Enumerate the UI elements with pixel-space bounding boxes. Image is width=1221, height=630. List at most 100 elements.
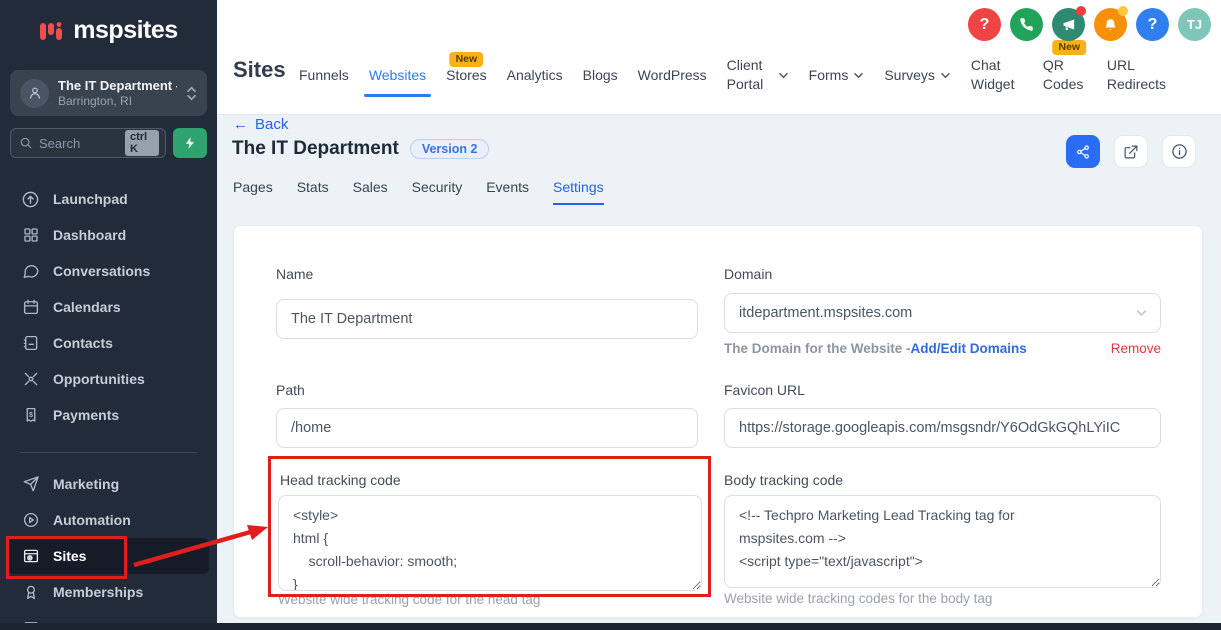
sidebar-item-memberships[interactable]: Memberships xyxy=(8,574,209,610)
mspsites-logo-icon xyxy=(39,18,65,44)
app-window: mspsites The IT Department - ... Barring… xyxy=(0,0,1221,630)
favicon-url-input[interactable] xyxy=(724,408,1161,448)
info-button[interactable] xyxy=(1162,135,1196,168)
section-title: Sites xyxy=(233,57,286,83)
domain-label: Domain xyxy=(724,266,772,282)
account-switcher[interactable]: The IT Department - ... Barrington, RI xyxy=(10,70,207,116)
tab-stores[interactable]: NewStores xyxy=(446,67,486,83)
body-tracking-label: Body tracking code xyxy=(724,472,843,488)
tab-settings[interactable]: Settings xyxy=(553,179,604,205)
domain-helper-text: The Domain for the Website - xyxy=(724,341,911,356)
tab-qr-codes[interactable]: NewQR Codes xyxy=(1043,56,1087,94)
phone-button[interactable] xyxy=(1010,8,1043,41)
notifications-button[interactable] xyxy=(1094,8,1127,41)
new-badge: New xyxy=(1053,40,1087,55)
sidebar-search[interactable]: ctrl K xyxy=(10,128,166,158)
back-arrow-icon: ← xyxy=(233,116,248,133)
question-mark-icon: ? xyxy=(1148,16,1158,34)
head-tracking-helper: Website wide tracking code for the head … xyxy=(278,592,540,607)
sidebar-item-dashboard[interactable]: Dashboard xyxy=(8,217,209,253)
settings-card: Name Domain itdepartment.mspsites.com Th… xyxy=(233,225,1203,618)
info-icon xyxy=(1171,143,1188,160)
sidebar-item-payments[interactable]: $ Payments xyxy=(8,397,209,433)
logo: mspsites xyxy=(0,16,217,45)
bell-icon xyxy=(1103,17,1118,33)
add-edit-domains-link[interactable]: Add/Edit Domains xyxy=(911,341,1027,356)
tab-pages[interactable]: Pages xyxy=(233,179,273,205)
tab-events[interactable]: Events xyxy=(486,179,529,205)
body-tracking-helper: Website wide tracking codes for the body… xyxy=(724,591,992,606)
sites-window-icon xyxy=(21,547,40,566)
tab-blogs[interactable]: Blogs xyxy=(583,67,618,83)
sidebar-item-marketing[interactable]: Marketing xyxy=(8,466,209,502)
path-label: Path xyxy=(276,382,305,398)
search-shortcut-badge: ctrl K xyxy=(125,130,159,156)
tab-funnels[interactable]: Funnels xyxy=(299,67,349,83)
tab-sales[interactable]: Sales xyxy=(353,179,388,205)
share-button[interactable] xyxy=(1066,135,1100,168)
help-button[interactable]: ? xyxy=(968,8,1001,41)
logo-text: mspsites xyxy=(73,16,177,45)
notification-dot xyxy=(1076,6,1086,16)
sidebar-divider xyxy=(20,452,197,453)
sidebar: mspsites The IT Department - ... Barring… xyxy=(0,0,217,630)
chevron-down-icon xyxy=(940,72,951,79)
tab-chat-widget[interactable]: Chat Widget xyxy=(971,56,1023,94)
sidebar-item-opportunities[interactable]: Opportunities xyxy=(8,361,209,397)
launchpad-icon xyxy=(21,190,40,209)
question-mark-icon: ? xyxy=(980,16,990,34)
page-title: The IT Department xyxy=(232,138,399,160)
domain-select[interactable]: itdepartment.mspsites.com xyxy=(724,293,1161,333)
name-input[interactable] xyxy=(276,299,698,339)
sidebar-item-calendars[interactable]: Calendars xyxy=(8,289,209,325)
sidebar-item-automation[interactable]: Automation xyxy=(8,502,209,538)
sidebar-item-conversations[interactable]: Conversations xyxy=(8,253,209,289)
header-icon-row: ? ? TJ xyxy=(968,8,1211,41)
bottom-edge-bar xyxy=(0,623,1221,630)
user-avatar[interactable]: TJ xyxy=(1178,8,1211,41)
body-tracking-textarea[interactable]: <!-- Techpro Marketing Lead Tracking tag… xyxy=(724,495,1161,588)
notification-dot xyxy=(1118,6,1128,16)
name-label: Name xyxy=(276,266,313,282)
tab-client-portal[interactable]: Client Portal xyxy=(727,56,789,94)
new-badge: New xyxy=(450,52,484,67)
opportunities-icon xyxy=(21,370,40,389)
tab-url-redirects[interactable]: URL Redirects xyxy=(1107,56,1171,94)
announcements-button[interactable] xyxy=(1052,8,1085,41)
open-external-button[interactable] xyxy=(1114,135,1148,168)
calendar-icon xyxy=(21,298,40,317)
chevron-down-icon xyxy=(853,72,864,79)
account-location: Barrington, RI xyxy=(58,94,177,108)
dashboard-icon xyxy=(21,226,40,245)
search-input[interactable] xyxy=(39,136,119,151)
top-navigation-bar: Sites Funnels Websites NewStores Analyti… xyxy=(217,0,1221,115)
tab-analytics[interactable]: Analytics xyxy=(507,67,563,83)
quick-actions-button[interactable] xyxy=(173,128,207,158)
tab-websites[interactable]: Websites xyxy=(369,67,426,83)
version-badge: Version 2 xyxy=(410,139,490,159)
site-detail-tabs: Pages Stats Sales Security Events Settin… xyxy=(233,179,604,205)
path-input[interactable] xyxy=(276,408,698,448)
paper-plane-icon xyxy=(21,475,40,494)
chat-bubble-icon xyxy=(21,262,40,281)
head-tracking-textarea[interactable]: <style> html { scroll-behavior: smooth; … xyxy=(278,495,702,591)
favicon-url-label: Favicon URL xyxy=(724,382,805,398)
remove-domain-link[interactable]: Remove xyxy=(1111,341,1161,356)
search-icon xyxy=(19,136,33,150)
lightning-bolt-icon xyxy=(183,135,197,151)
external-link-icon xyxy=(1123,144,1139,160)
tab-wordpress[interactable]: WordPress xyxy=(638,67,707,83)
sidebar-item-contacts[interactable]: Contacts xyxy=(8,325,209,361)
share-icon xyxy=(1075,144,1091,160)
support-button[interactable]: ? xyxy=(1136,8,1169,41)
chevron-down-icon xyxy=(1135,309,1148,317)
tab-stats[interactable]: Stats xyxy=(297,179,329,205)
back-button[interactable]: ← Back xyxy=(233,116,288,133)
tab-forms[interactable]: Forms xyxy=(809,67,865,83)
sidebar-item-sites[interactable]: Sites xyxy=(8,538,209,574)
chevron-down-icon xyxy=(778,72,789,79)
contacts-book-icon xyxy=(21,334,40,353)
tab-security[interactable]: Security xyxy=(412,179,463,205)
sidebar-item-launchpad[interactable]: Launchpad xyxy=(8,181,209,217)
tab-surveys[interactable]: Surveys xyxy=(884,67,951,83)
